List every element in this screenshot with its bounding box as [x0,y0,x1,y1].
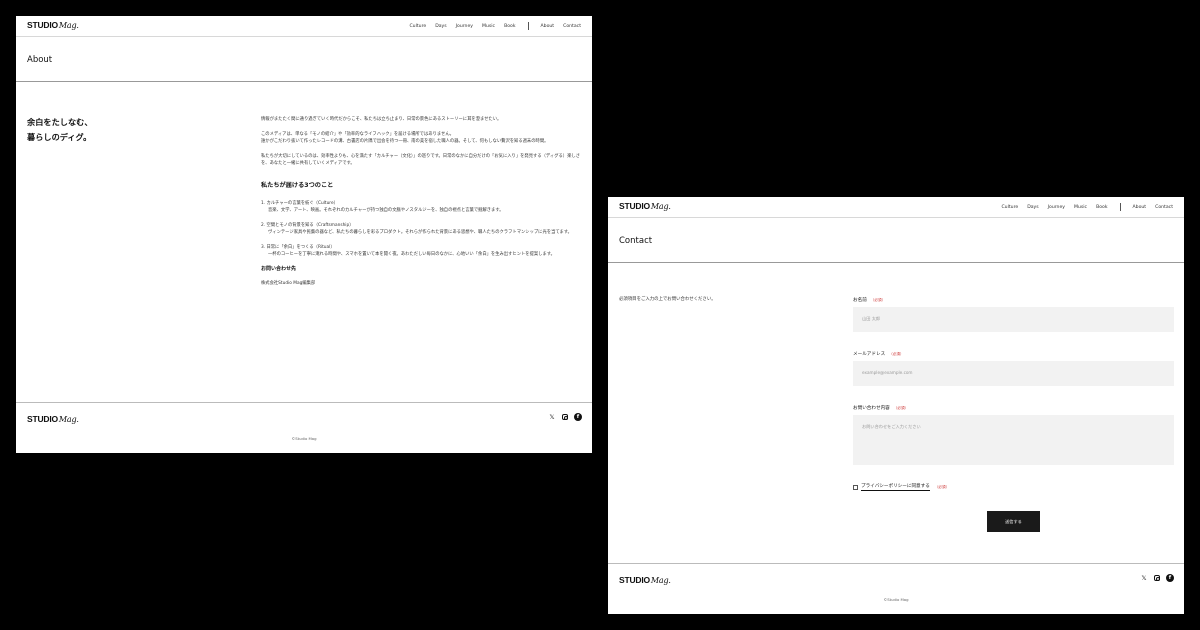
contact-page-window: STUDIOMag. Culture Days Journey Music Bo… [608,197,1184,614]
site-footer: STUDIOMag. 𝕏 f ©Studio Mag [608,563,1184,614]
form-intro: 必須項目をご入力の上でお問い合わせください。 [619,297,716,302]
paragraph: 情報がまたたく間に通り過ぎていく時代だからこそ、私たちは立ち止まり、日常の景色に… [261,117,502,122]
contact-form: お名前 （必須） 山田 太郎 メールアドレス （必須） example@exampl… [853,297,1174,532]
email-field[interactable]: example@example.com [853,361,1174,386]
nav-music[interactable]: Music [482,24,495,29]
nav-days[interactable]: Days [435,24,446,29]
privacy-checkbox[interactable] [853,484,858,490]
nav-about[interactable]: About [541,24,555,29]
nav-journey[interactable]: Journey [1048,205,1065,210]
list-item: 3. 日常に「余白」をつくる（Ritual） 一杯のコーヒーを丁寧に淹れる時間や… [261,245,555,257]
required-badge: （必須） [893,406,909,410]
page-title: About [27,55,53,65]
nav-book[interactable]: Book [504,24,515,29]
page-title-bar: Contact [608,218,1184,263]
main-nav: Culture Days Journey Music Book About Co… [992,197,1173,217]
contact-heading: お問い合わせ先 [261,266,297,272]
tagline-line-2: 暮らしのディグ。 [27,132,92,142]
site-logo[interactable]: STUDIOMag. [619,201,671,211]
paragraph: このメディアは、単なる「モノの紹介」や「効率的なライフハック」を届ける場所ではあ… [261,132,549,144]
instagram-icon[interactable] [1154,575,1160,581]
tagline: 余白をたしなむ、 暮らしのディグ。 [27,115,93,145]
social-links: 𝕏 f [1134,574,1174,582]
nav-divider [527,22,529,30]
list-item: 2. 空間とモノの背景を知る（Craftsmanship） ヴィンテージ家具や民… [261,223,572,235]
site-logo[interactable]: STUDIOMag. [27,20,79,30]
x-icon[interactable]: 𝕏 [548,413,556,421]
about-page-window: STUDIOMag. Culture Days Journey Music Bo… [16,16,592,453]
required-badge: （必須） [870,298,886,302]
name-label: お名前 （必須） [853,298,886,303]
nav-journey[interactable]: Journey [456,24,473,29]
nav-culture[interactable]: Culture [1001,205,1018,210]
site-footer: STUDIOMag. 𝕏 f ©Studio Mag [16,402,592,453]
copyright: ©Studio Mag [883,597,909,602]
message-textarea[interactable]: お問い合わせをご入力ください [853,415,1174,465]
site-header: STUDIOMag. Culture Days Journey Music Bo… [608,197,1184,218]
nav-culture[interactable]: Culture [409,24,426,29]
footer-logo[interactable]: STUDIOMag. [619,575,671,585]
email-label: メールアドレス （必須） [853,352,904,357]
footer-logo[interactable]: STUDIOMag. [27,414,79,424]
list-item: 1. カルチャーの言葉を紡ぐ（Culture） 音楽、文学、アート、映画。それぞ… [261,201,504,213]
required-badge: （必須） [934,484,950,489]
nav-music[interactable]: Music [1074,205,1087,210]
social-links: 𝕏 f [542,413,582,421]
privacy-agree: プライバシーポリシーに同意する （必須） [853,483,1174,491]
page-title-bar: About [16,37,592,82]
tagline-line-1: 余白をたしなむ、 [27,117,93,127]
nav-book[interactable]: Book [1096,205,1107,210]
nav-divider [1119,203,1121,211]
nav-days[interactable]: Days [1027,205,1038,210]
facebook-icon[interactable]: f [1166,574,1174,582]
facebook-icon[interactable]: f [574,413,582,421]
page-title: Contact [619,236,653,246]
paragraph: 私たちが大切にしているのは、効率性よりも、心を満たす「カルチャー（文化）」の巡り… [261,154,580,166]
x-icon[interactable]: 𝕏 [1140,574,1148,582]
section-heading: 私たちが届ける3つのこと [261,182,334,189]
submit-button[interactable]: 送信する [987,511,1040,532]
message-label: お問い合わせ内容 （必須） [853,406,909,411]
contact-company: 株式会社Studio Mag編集部 [261,281,316,286]
main-nav: Culture Days Journey Music Book About Co… [400,16,581,36]
nav-contact[interactable]: Contact [563,24,581,29]
required-badge: （必須） [889,352,904,356]
nav-about[interactable]: About [1133,205,1147,210]
nav-contact[interactable]: Contact [1155,205,1173,210]
copyright: ©Studio Mag [291,436,317,441]
name-field[interactable]: 山田 太郎 [853,307,1174,332]
privacy-policy-link[interactable]: プライバシーポリシーに同意する [861,483,930,491]
instagram-icon[interactable] [562,414,568,420]
site-header: STUDIOMag. Culture Days Journey Music Bo… [16,16,592,37]
about-body: 情報がまたたく間に通り過ぎていく時代だからこそ、私たちは立ち止まり、日常の景色に… [261,116,583,287]
